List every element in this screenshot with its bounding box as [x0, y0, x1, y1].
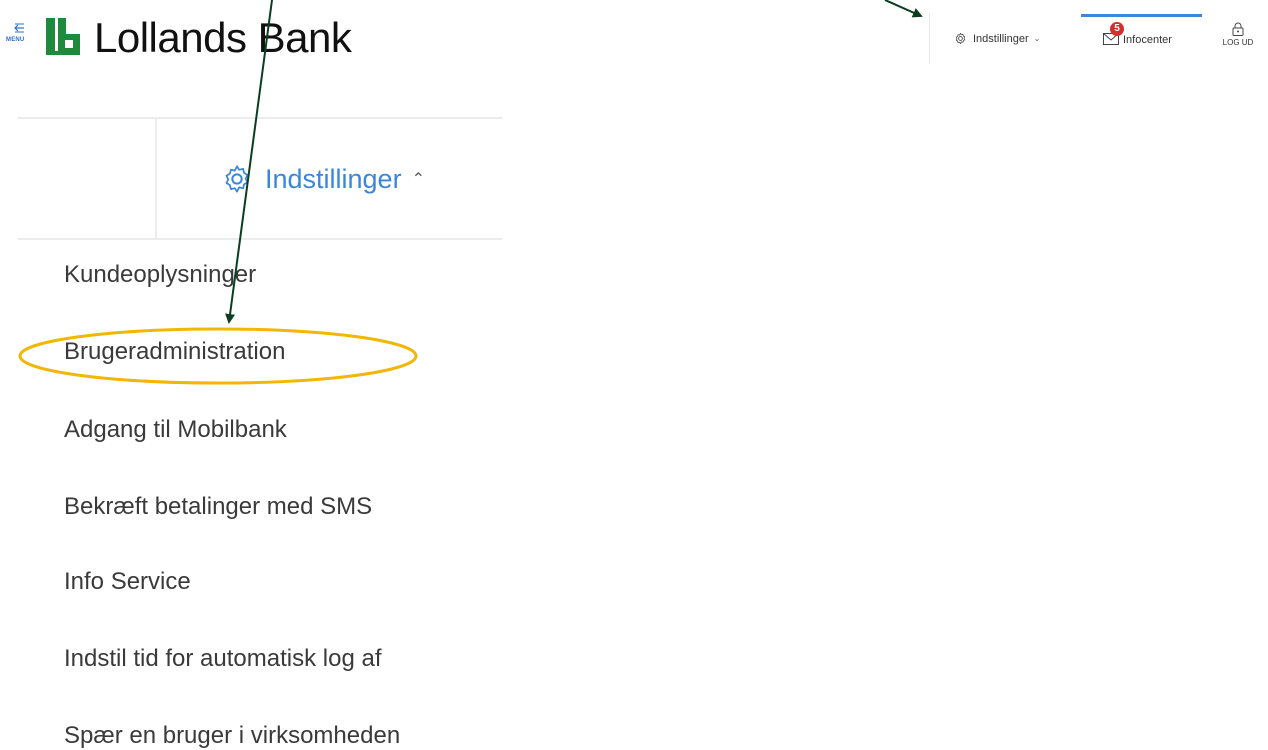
- menu-item-info-service[interactable]: Info Service: [64, 568, 191, 596]
- settings-dropdown-title: Indstillinger: [265, 163, 402, 194]
- menu-item-bekraeft-sms[interactable]: Bekræft betalinger med SMS: [64, 493, 372, 521]
- settings-label: Indstillinger: [973, 32, 1029, 45]
- top-navigation: Indstillinger ⌄ 5 Infocenter LOG UD: [929, 14, 1268, 64]
- logout-label: LOG UD: [1222, 38, 1254, 47]
- arrow-left-icon: [14, 23, 24, 33]
- annotation-arrow-to-settings: [884, 0, 923, 18]
- menu-label: MENU: [6, 37, 25, 43]
- notification-badge: 5: [1110, 22, 1124, 36]
- chevron-up-icon: ⌃: [411, 171, 425, 188]
- lock-icon: [1232, 22, 1244, 36]
- menu-button[interactable]: MENU: [6, 22, 30, 48]
- logo-text: Lollands Bank: [94, 14, 352, 61]
- menu-item-auto-logout[interactable]: Indstil tid for automatisk log af: [64, 645, 381, 673]
- menu-item-kundeoplysninger[interactable]: Kundeoplysninger: [64, 261, 256, 289]
- gear-icon: [225, 165, 249, 193]
- settings-dropdown-toggle[interactable]: Indstillinger ⌃: [221, 163, 425, 195]
- annotation-overlay: [18, 0, 923, 385]
- menu-item-adgang-mobilbank[interactable]: Adgang til Mobilbank: [64, 416, 287, 444]
- zoomed-settings-header: Indstillinger ⌃: [18, 117, 502, 240]
- gear-icon: [955, 32, 966, 45]
- bank-logo[interactable]: Lollands Bank: [44, 10, 352, 66]
- logout-button[interactable]: LOG UD: [1213, 22, 1263, 47]
- infocenter-label: Infocenter: [1123, 34, 1172, 46]
- infocenter-tab[interactable]: 5 Infocenter: [1081, 14, 1202, 64]
- menu-item-brugeradministration[interactable]: Brugeradministration: [64, 338, 285, 366]
- menu-item-block-user[interactable]: Spær en bruger i virksomheden: [64, 722, 400, 750]
- settings-menu-button[interactable]: Indstillinger ⌄: [954, 32, 1040, 45]
- lollands-bank-logo-icon: [46, 18, 80, 55]
- header-divider: [155, 119, 157, 240]
- chevron-down-icon: ⌄: [1033, 34, 1041, 43]
